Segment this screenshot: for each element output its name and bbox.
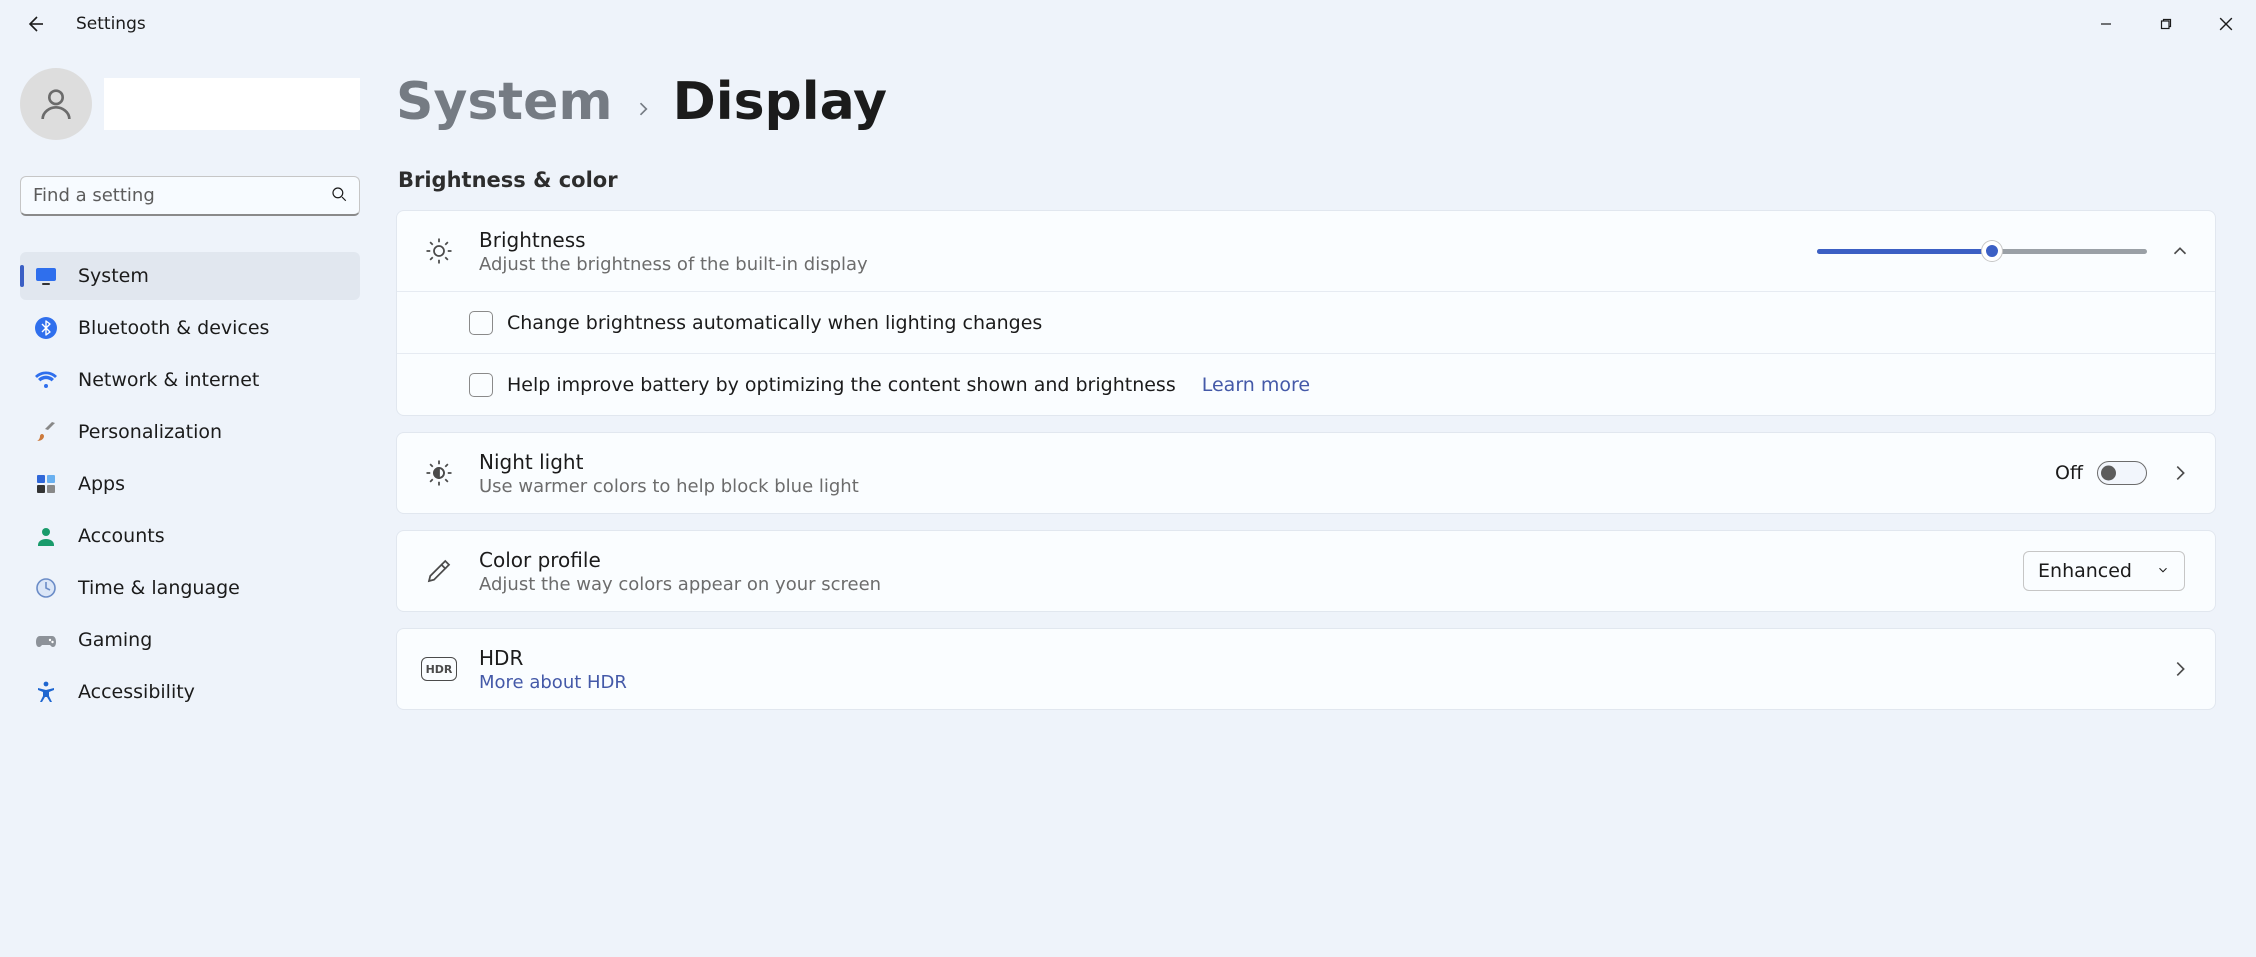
window-controls <box>2076 4 2256 44</box>
nightlight-title: Night light <box>479 450 2035 474</box>
sidebar-item-label: Apps <box>78 473 125 495</box>
colorprofile-row[interactable]: Color profile Adjust the way colors appe… <box>397 531 2215 611</box>
search-box[interactable] <box>20 176 360 216</box>
profile-name-block <box>104 78 360 130</box>
page-title: Display <box>673 72 887 132</box>
back-button[interactable] <box>22 12 46 36</box>
person-icon <box>34 524 58 548</box>
window-title: Settings <box>76 14 146 34</box>
sidebar: System Bluetooth & devices Network & int… <box>0 48 380 957</box>
sidebar-item-label: Accessibility <box>78 681 195 703</box>
colorprofile-value: Enhanced <box>2038 560 2132 582</box>
auto-brightness-checkbox[interactable] <box>469 311 493 335</box>
bluetooth-icon <box>34 316 58 340</box>
breadcrumb: System Display <box>396 72 2220 132</box>
chevron-down-icon <box>2156 560 2170 582</box>
sidebar-item-label: System <box>78 265 149 287</box>
titlebar: Settings <box>0 0 2256 48</box>
maximize-button[interactable] <box>2136 4 2196 44</box>
brightness-title: Brightness <box>479 228 1797 252</box>
breadcrumb-parent[interactable]: System <box>396 72 613 132</box>
hdr-title: HDR <box>479 646 2149 670</box>
toggle-switch[interactable] <box>2097 461 2147 485</box>
hdr-row[interactable]: HDR HDR More about HDR <box>397 629 2215 709</box>
sidebar-item-label: Personalization <box>78 421 222 443</box>
colorprofile-desc: Adjust the way colors appear on your scr… <box>479 574 2003 595</box>
colorprofile-card: Color profile Adjust the way colors appe… <box>396 530 2216 612</box>
settings-panel: Brightness Adjust the brightness of the … <box>396 210 2220 710</box>
wifi-icon <box>34 368 58 392</box>
chevron-right-icon <box>633 93 653 126</box>
sidebar-item-label: Bluetooth & devices <box>78 317 269 339</box>
sidebar-item-system[interactable]: System <box>20 252 360 300</box>
battery-optimize-label: Help improve battery by optimizing the c… <box>507 374 1176 396</box>
auto-brightness-row[interactable]: Change brightness automatically when lig… <box>397 291 2215 353</box>
battery-optimize-checkbox[interactable] <box>469 373 493 397</box>
search-input[interactable] <box>20 176 360 216</box>
eyedropper-icon <box>421 553 457 589</box>
learn-more-link[interactable]: Learn more <box>1202 374 1310 396</box>
close-button[interactable] <box>2196 4 2256 44</box>
search-icon <box>330 185 348 207</box>
minimize-button[interactable] <box>2076 4 2136 44</box>
clock-globe-icon <box>34 576 58 600</box>
gamepad-icon <box>34 628 58 652</box>
nav-list: System Bluetooth & devices Network & int… <box>20 252 360 716</box>
chevron-right-icon[interactable] <box>2169 462 2191 484</box>
sidebar-item-label: Gaming <box>78 629 152 651</box>
sidebar-item-gaming[interactable]: Gaming <box>20 616 360 664</box>
night-light-icon <box>421 455 457 491</box>
hdr-icon: HDR <box>421 651 457 687</box>
profile-block[interactable] <box>20 68 360 140</box>
sidebar-item-label: Time & language <box>78 577 240 599</box>
chevron-up-icon[interactable] <box>2169 240 2191 262</box>
content-area: System Display Brightness & color Bright… <box>380 48 2256 957</box>
sun-icon <box>421 233 457 269</box>
apps-icon <box>34 472 58 496</box>
sidebar-item-label: Network & internet <box>78 369 259 391</box>
avatar <box>20 68 92 140</box>
colorprofile-title: Color profile <box>479 548 2003 572</box>
sidebar-item-network[interactable]: Network & internet <box>20 356 360 404</box>
sidebar-item-apps[interactable]: Apps <box>20 460 360 508</box>
paintbrush-icon <box>34 420 58 444</box>
sidebar-item-time-language[interactable]: Time & language <box>20 564 360 612</box>
nightlight-card: Night light Use warmer colors to help bl… <box>396 432 2216 514</box>
sidebar-item-accessibility[interactable]: Accessibility <box>20 668 360 716</box>
sidebar-item-bluetooth[interactable]: Bluetooth & devices <box>20 304 360 352</box>
brightness-desc: Adjust the brightness of the built-in di… <box>479 254 1797 275</box>
brightness-row[interactable]: Brightness Adjust the brightness of the … <box>397 211 2215 291</box>
accessibility-icon <box>34 680 58 704</box>
colorprofile-dropdown[interactable]: Enhanced <box>2023 551 2185 591</box>
hdr-more-link[interactable]: More about HDR <box>479 672 2149 693</box>
nightlight-state: Off <box>2055 462 2083 484</box>
nightlight-toggle[interactable]: Off <box>2055 461 2147 485</box>
sidebar-item-personalization[interactable]: Personalization <box>20 408 360 456</box>
sidebar-item-label: Accounts <box>78 525 165 547</box>
main-layout: System Bluetooth & devices Network & int… <box>0 48 2256 957</box>
monitor-icon <box>34 264 58 288</box>
hdr-card: HDR HDR More about HDR <box>396 628 2216 710</box>
chevron-right-icon[interactable] <box>2169 658 2191 680</box>
section-title-brightness-color: Brightness & color <box>398 168 2220 192</box>
brightness-slider[interactable] <box>1817 239 2147 263</box>
nightlight-row[interactable]: Night light Use warmer colors to help bl… <box>397 433 2215 513</box>
nightlight-desc: Use warmer colors to help block blue lig… <box>479 476 2035 497</box>
brightness-card: Brightness Adjust the brightness of the … <box>396 210 2216 416</box>
sidebar-item-accounts[interactable]: Accounts <box>20 512 360 560</box>
battery-optimize-row[interactable]: Help improve battery by optimizing the c… <box>397 353 2215 415</box>
auto-brightness-label: Change brightness automatically when lig… <box>507 312 1042 334</box>
